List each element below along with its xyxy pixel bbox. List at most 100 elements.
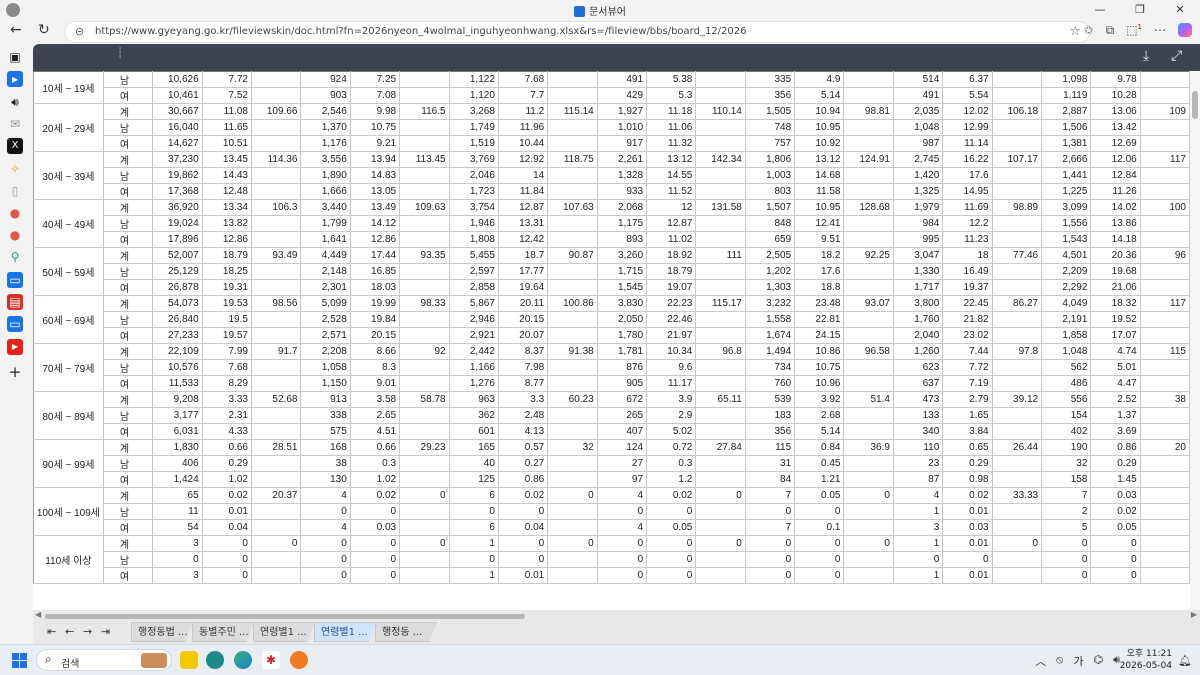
value-cell[interactable]: 13.94 <box>349 151 401 168</box>
value-cell[interactable]: 10.28 <box>1090 87 1141 104</box>
value-cell[interactable]: 38 <box>1139 391 1190 408</box>
value-cell[interactable] <box>695 407 746 424</box>
value-cell[interactable]: 514 <box>892 71 944 88</box>
value-cell[interactable]: 54 <box>152 519 203 536</box>
value-cell[interactable]: 12.99 <box>942 119 993 136</box>
value-cell[interactable]: 0 <box>300 535 351 552</box>
value-cell[interactable]: 672 <box>596 391 648 408</box>
value-cell[interactable] <box>843 71 894 88</box>
value-cell[interactable]: 165 <box>448 439 499 456</box>
value-cell[interactable]: 3,099 <box>1041 199 1092 216</box>
value-cell[interactable] <box>1139 327 1190 344</box>
value-cell[interactable]: 0.05 <box>794 487 845 504</box>
value-cell[interactable]: 109.63 <box>399 199 450 216</box>
scroll-left-icon[interactable]: ◀ <box>35 610 41 619</box>
mail-icon[interactable]: ✉ <box>7 116 23 132</box>
value-cell[interactable]: 98.33 <box>399 295 450 312</box>
value-cell[interactable]: 7.44 <box>942 343 993 360</box>
value-cell[interactable]: 2,191 <box>1041 311 1092 328</box>
horizontal-scrollbar[interactable]: ◀ ▶ <box>35 610 1197 621</box>
value-cell[interactable] <box>250 423 302 440</box>
value-cell[interactable]: 10.51 <box>201 135 252 152</box>
value-cell[interactable]: 18.8 <box>794 279 845 296</box>
value-cell[interactable]: 109.66 <box>250 103 302 120</box>
age-group-cell[interactable]: 100세 ~ 109세 <box>33 487 104 536</box>
value-cell[interactable]: 21.06 <box>1090 279 1141 296</box>
value-cell[interactable] <box>843 359 894 376</box>
value-cell[interactable]: 1,749 <box>448 119 499 136</box>
value-cell[interactable]: 10,576 <box>152 359 203 376</box>
value-cell[interactable]: 11.96 <box>497 119 549 136</box>
value-cell[interactable]: 8.3 <box>349 359 401 376</box>
value-cell[interactable] <box>991 567 1043 584</box>
value-cell[interactable]: 1.02 <box>201 471 252 488</box>
value-cell[interactable]: 0 <box>942 551 993 568</box>
value-cell[interactable]: 0 <box>349 551 401 568</box>
value-cell[interactable]: 0 <box>497 551 549 568</box>
value-cell[interactable]: 1,808 <box>448 231 499 248</box>
value-cell[interactable]: 1,120 <box>448 87 499 104</box>
app-red-2-icon[interactable]: ● <box>7 227 23 243</box>
value-cell[interactable]: 2,292 <box>1041 279 1092 296</box>
value-cell[interactable]: 158 <box>1041 471 1092 488</box>
value-cell[interactable]: 117 <box>1139 295 1190 312</box>
value-cell[interactable] <box>991 311 1043 328</box>
value-cell[interactable]: 0.45 <box>794 455 845 472</box>
value-cell[interactable]: 1,303 <box>744 279 796 296</box>
value-cell[interactable]: 1,760 <box>892 311 944 328</box>
value-cell[interactable]: 12.86 <box>349 231 401 248</box>
value-cell[interactable]: 1,506 <box>1041 119 1092 136</box>
value-cell[interactable]: 21.97 <box>646 327 697 344</box>
value-cell[interactable]: 4 <box>300 487 351 504</box>
value-cell[interactable]: 4,501 <box>1041 247 1092 264</box>
value-cell[interactable]: 19.52 <box>1090 311 1141 328</box>
value-cell[interactable]: 876 <box>596 359 648 376</box>
value-cell[interactable]: 12.87 <box>497 199 549 216</box>
youtube-icon[interactable]: ▶ <box>7 339 23 355</box>
value-cell[interactable]: 1,420 <box>892 167 944 184</box>
value-cell[interactable]: 2,921 <box>448 327 499 344</box>
value-cell[interactable] <box>250 567 302 584</box>
value-cell[interactable]: 11,533 <box>152 375 203 392</box>
value-cell[interactable]: 3 <box>152 535 203 552</box>
value-cell[interactable]: 18.92 <box>646 247 697 264</box>
value-cell[interactable]: 2,040 <box>892 327 944 344</box>
value-cell[interactable]: 7.08 <box>349 87 401 104</box>
value-cell[interactable] <box>250 279 302 296</box>
value-cell[interactable]: 65 <box>152 487 203 504</box>
value-cell[interactable]: 10.94 <box>794 103 845 120</box>
value-cell[interactable]: 19.99 <box>349 295 401 312</box>
value-cell[interactable]: 19,024 <box>152 215 203 232</box>
value-cell[interactable]: 13.45 <box>201 151 252 168</box>
value-cell[interactable] <box>991 375 1043 392</box>
value-cell[interactable]: 0 <box>1041 551 1092 568</box>
value-cell[interactable]: 7.19 <box>942 375 993 392</box>
app-red-icon[interactable]: ● <box>7 205 23 221</box>
value-cell[interactable] <box>399 183 450 200</box>
value-cell[interactable] <box>991 231 1043 248</box>
value-cell[interactable] <box>695 71 746 88</box>
value-cell[interactable]: 0.01 <box>497 567 549 584</box>
value-cell[interactable]: 4,049 <box>1041 295 1092 312</box>
tool-icon[interactable]: ⚲ <box>7 249 23 265</box>
value-cell[interactable] <box>399 503 450 520</box>
value-cell[interactable]: 9,208 <box>152 391 203 408</box>
value-cell[interactable]: 0 <box>892 551 944 568</box>
value-cell[interactable]: 13.82 <box>201 215 252 232</box>
value-cell[interactable]: 17.44 <box>349 247 401 264</box>
value-cell[interactable]: 1,370 <box>300 119 351 136</box>
value-cell[interactable] <box>547 567 598 584</box>
value-cell[interactable] <box>250 215 302 232</box>
value-cell[interactable]: 19.84 <box>349 311 401 328</box>
value-cell[interactable]: 539 <box>744 391 796 408</box>
value-cell[interactable] <box>695 551 746 568</box>
value-cell[interactable]: 97.8 <box>991 343 1043 360</box>
value-cell[interactable] <box>843 471 894 488</box>
taskbar-search[interactable]: ⌕ 검색 <box>36 649 172 671</box>
value-cell[interactable] <box>695 183 746 200</box>
value-cell[interactable]: 0.29 <box>1090 455 1141 472</box>
value-cell[interactable] <box>1139 455 1190 472</box>
value-cell[interactable]: 18.32 <box>1090 295 1141 312</box>
value-cell[interactable]: 11.2 <box>497 103 549 120</box>
value-cell[interactable]: 7.68 <box>201 359 252 376</box>
